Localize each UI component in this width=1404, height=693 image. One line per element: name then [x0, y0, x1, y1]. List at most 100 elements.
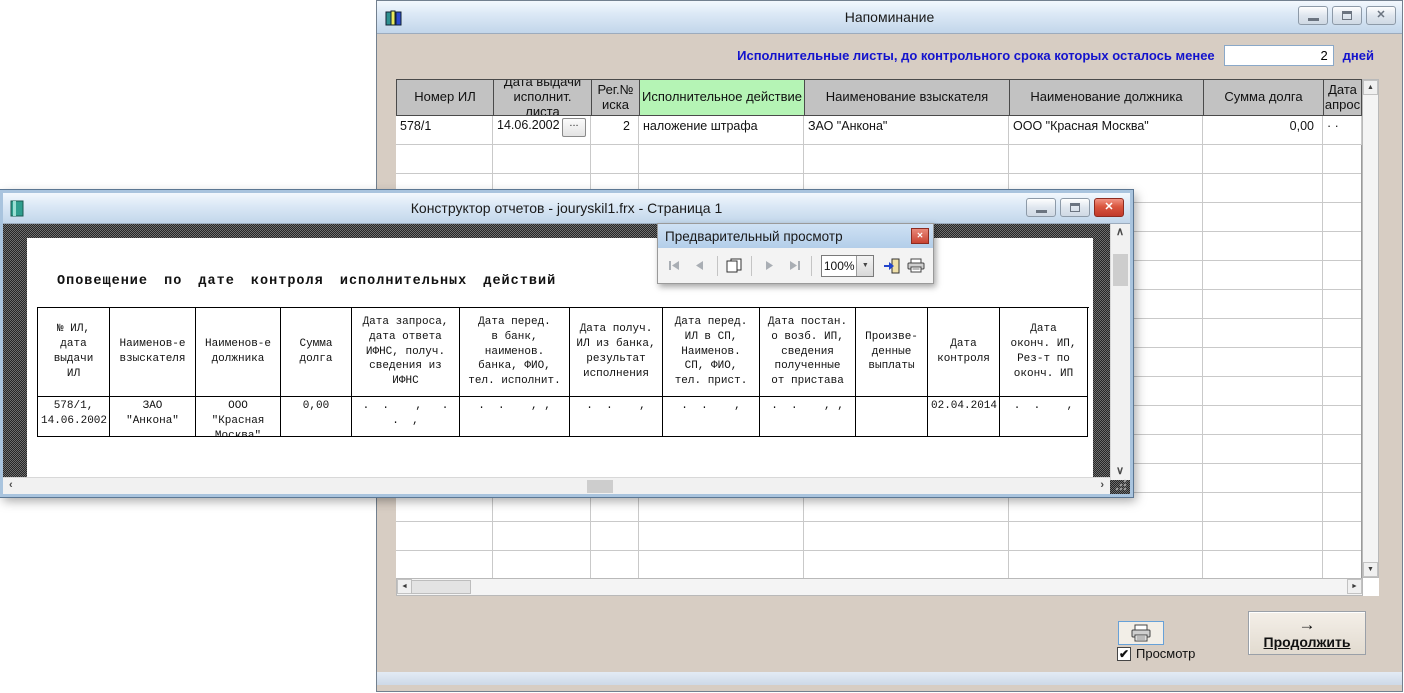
rep-col-sp: Дата перед. ИЛ в СП, Наименов. СП, ФИО, …: [663, 308, 760, 397]
printer-icon: [1130, 624, 1152, 642]
col-header-reg-no[interactable]: Рег.№ иска: [591, 79, 639, 116]
printer-icon: [907, 258, 925, 273]
col-header-request-date[interactable]: Дата апрос: [1323, 79, 1362, 116]
cell-debtor[interactable]: ООО "Красная Москва": [1009, 116, 1203, 145]
minimize-button[interactable]: [1026, 198, 1056, 217]
rep-cell-ip: . . , ,: [760, 397, 856, 437]
filter-label: Исполнительные листы, до контрольного ср…: [737, 48, 1215, 63]
scroll-right-icon[interactable]: ►: [1347, 579, 1362, 594]
table-horizontal-scrollbar[interactable]: ◄ ►: [396, 578, 1363, 596]
exit-preview-button[interactable]: [880, 254, 902, 278]
rep-col-bank-in: Дата получ. ИЛ из банка, результат испол…: [570, 308, 663, 397]
minimize-icon: [1308, 18, 1319, 21]
rep-col-il: № ИЛ, дата выдачи ИЛ: [38, 308, 110, 397]
last-page-button[interactable]: [783, 254, 805, 278]
next-page-icon: [763, 260, 776, 271]
scrollbar-thumb[interactable]: [411, 580, 471, 594]
scrollbar-corner: [1363, 578, 1379, 596]
preview-checkbox[interactable]: ✔: [1117, 647, 1131, 661]
rep-col-claimant: Наименов-е взыскателя: [110, 308, 196, 397]
grid-line: [1202, 145, 1203, 578]
rep-col-control-date: Дата контроля: [928, 308, 1000, 397]
designer-vertical-scrollbar[interactable]: ∧ ∨: [1110, 224, 1130, 480]
prev-page-icon: [693, 260, 706, 271]
maximize-button[interactable]: [1332, 6, 1362, 25]
designer-window-controls: ✕: [1026, 198, 1124, 217]
rep-cell-il: 578/1, 14.06.2002: [38, 397, 110, 437]
preview-toolbar-window: Предварительный просмотр ✕: [657, 223, 934, 284]
continue-button[interactable]: → Продолжить: [1248, 611, 1366, 655]
preview-toolbar-title: Предварительный просмотр: [665, 229, 911, 244]
col-header-number[interactable]: Номер ИЛ: [396, 79, 493, 116]
zoom-select[interactable]: 100% ▼: [821, 255, 874, 277]
scroll-up-icon[interactable]: ▲: [1363, 80, 1378, 95]
scroll-right-icon[interactable]: ›: [1100, 480, 1104, 491]
rep-cell-debtor: ООО "Красная Москва": [196, 397, 281, 437]
maximize-icon: [1342, 11, 1352, 20]
chevron-down-icon[interactable]: ▼: [856, 256, 873, 276]
pages-icon: [726, 258, 743, 273]
close-button[interactable]: ✕: [1366, 6, 1396, 25]
preview-canvas: Оповещение по дате контроля исполнительн…: [3, 224, 1130, 494]
print-button[interactable]: [905, 254, 927, 278]
close-icon: ✕: [1376, 10, 1385, 21]
cell-reg-no[interactable]: 2: [591, 116, 639, 145]
pages-button[interactable]: [724, 254, 746, 278]
rep-col-payments: Произве- денные выплаты: [856, 308, 928, 397]
separator: [751, 256, 752, 276]
days-input[interactable]: [1224, 45, 1334, 66]
reminder-window-title: Напоминание: [377, 9, 1402, 25]
close-button[interactable]: ✕: [1094, 198, 1124, 217]
col-header-debtor[interactable]: Наименование должника: [1009, 79, 1203, 116]
cell-number[interactable]: 578/1: [396, 116, 493, 145]
scrollbar-thumb[interactable]: [1113, 254, 1128, 286]
separator: [717, 256, 718, 276]
first-page-icon: [668, 260, 681, 271]
maximize-button[interactable]: [1060, 198, 1090, 217]
close-icon: ✕: [1104, 202, 1113, 213]
rep-cell-claimant: ЗАО "Анкона": [110, 397, 196, 437]
report-table-row: 578/1, 14.06.2002 ЗАО "Анкона" ООО "Крас…: [37, 397, 1089, 437]
col-header-action[interactable]: Исполнительное действие: [639, 79, 804, 116]
cell-request-date[interactable]: · ·: [1323, 116, 1362, 145]
scroll-down-icon[interactable]: ∨: [1116, 466, 1124, 477]
designer-horizontal-scrollbar[interactable]: ‹ ›: [3, 477, 1110, 494]
minimize-button[interactable]: [1298, 6, 1328, 25]
cell-claimant[interactable]: ЗАО "Анкона": [804, 116, 1009, 145]
date-picker-button[interactable]: ...: [562, 118, 586, 137]
report-table-header: № ИЛ, дата выдачи ИЛ Наименов-е взыскате…: [37, 307, 1089, 397]
scrollbar-thumb[interactable]: [587, 480, 613, 493]
filter-row: Исполнительные листы, до контрольного ср…: [396, 43, 1374, 67]
rep-cell-debt: 0,00: [281, 397, 352, 437]
scroll-left-icon[interactable]: ◄: [397, 579, 412, 594]
reminder-titlebar: Напоминание ✕: [377, 1, 1402, 34]
reminder-table-header: Номер ИЛ Дата выдачи исполнит. листа Рег…: [396, 79, 1361, 116]
prev-page-button[interactable]: [689, 254, 711, 278]
report-designer-window: Конструктор отчетов - jouryskil1.frx - С…: [0, 190, 1133, 497]
next-page-button[interactable]: [758, 254, 780, 278]
table-vertical-scrollbar[interactable]: ▲ ▼: [1362, 79, 1379, 578]
print-button[interactable]: [1118, 621, 1164, 645]
table-row[interactable]: 578/1 14.06.2002 ... 2 наложение штрафа …: [396, 116, 1361, 145]
col-header-debt[interactable]: Сумма долга: [1203, 79, 1323, 116]
scroll-left-icon[interactable]: ‹: [9, 480, 13, 491]
continue-button-label: Продолжить: [1264, 634, 1351, 650]
resize-grip[interactable]: [1115, 479, 1127, 491]
designer-titlebar: Конструктор отчетов - jouryskil1.frx - С…: [3, 193, 1130, 224]
preview-toolbar-titlebar: Предварительный просмотр ✕: [658, 224, 933, 248]
cell-debt[interactable]: 0,00: [1203, 116, 1323, 145]
preview-checkbox-row: ✔ Просмотр: [1117, 646, 1195, 661]
arrow-right-icon: →: [1299, 616, 1316, 633]
close-button[interactable]: ✕: [911, 228, 929, 244]
col-header-issue-date[interactable]: Дата выдачи исполнит. листа: [493, 79, 591, 116]
col-header-claimant[interactable]: Наименование взыскателя: [804, 79, 1009, 116]
scroll-up-icon[interactable]: ∧: [1116, 227, 1124, 238]
separator: [811, 256, 812, 276]
last-page-icon: [788, 260, 801, 271]
cell-issue-date[interactable]: 14.06.2002 ...: [493, 116, 591, 145]
scroll-down-icon[interactable]: ▼: [1363, 562, 1378, 577]
rep-cell-payments: [856, 397, 928, 437]
rep-cell-sp: . . ,: [663, 397, 760, 437]
first-page-button[interactable]: [664, 254, 686, 278]
cell-action[interactable]: наложение штрафа: [639, 116, 804, 145]
